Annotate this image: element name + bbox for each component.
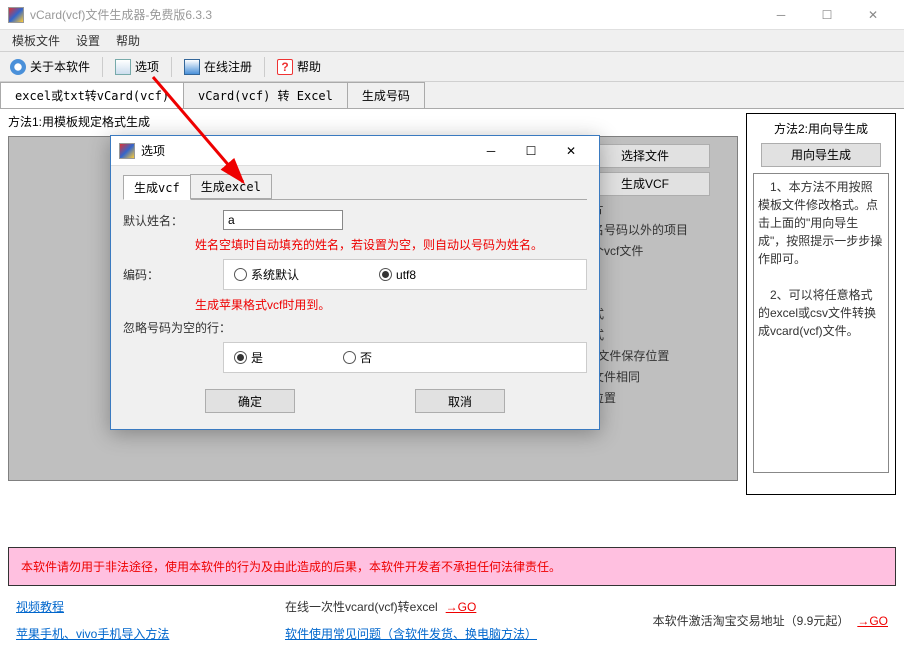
skip-empty-row: 忽略号码为空的行： <box>123 319 587 336</box>
minimize-button[interactable]: ─ <box>758 0 804 30</box>
help-button[interactable]: ?帮助 <box>271 56 327 77</box>
multi-vcf-label: 多个vcf文件 <box>580 242 740 259</box>
right-pane: 方法2:用向导生成 用向导生成 1、本方法不用按照模板文件修改格式。点击上面的"… <box>746 113 896 495</box>
links-row: 视频教程 苹果手机、vivo手机导入方法 在线一次性vcard(vcf)转exc… <box>0 594 904 650</box>
menu-template[interactable]: 模板文件 <box>4 30 68 51</box>
encoding-utf8-radio[interactable]: utf8 <box>379 268 416 282</box>
radio-icon <box>234 268 247 281</box>
menu-help[interactable]: 帮助 <box>108 30 148 51</box>
method1-label: 方法1:用模板规定格式生成 <box>8 113 738 130</box>
tab-excel-to-vcf[interactable]: excel或txt转vCard(vcf) <box>0 82 184 108</box>
dialog-window-controls: ─ ☐ ✕ <box>471 137 591 165</box>
maximize-button[interactable]: ☐ <box>804 0 850 30</box>
ok-button[interactable]: 确定 <box>205 389 295 413</box>
video-tutorial-link[interactable]: 视频教程 <box>16 598 169 615</box>
dialog-tabs: 生成vcf 生成excel <box>123 174 587 200</box>
wizard-button[interactable]: 用向导生成 <box>761 143 881 167</box>
encoding-options: 系统默认 utf8 <box>223 259 587 290</box>
dialog-tab-vcf[interactable]: 生成vcf <box>123 175 191 200</box>
default-name-label: 默认姓名： <box>123 212 213 229</box>
faq-link[interactable]: 软件使用常见问题（含软件发货、换电脑方法） <box>285 625 537 642</box>
dialog-titlebar: 选项 ─ ☐ ✕ <box>111 136 599 166</box>
toolbar: 关于本软件 选项 在线注册 ?帮助 <box>0 52 904 82</box>
encoding-hint: 生成苹果格式vcf时用到。 <box>195 296 587 313</box>
online-conv-text: 在线一次性vcard(vcf)转excel <box>285 600 438 614</box>
radio-icon <box>234 351 247 364</box>
about-button[interactable]: 关于本软件 <box>4 56 96 77</box>
separator <box>102 57 103 77</box>
links-col-2: 在线一次性vcard(vcf)转excel →GO 软件使用常见问题（含软件发货、… <box>285 598 537 642</box>
info-icon <box>10 59 26 75</box>
same-src-label: 源文件相同 <box>580 368 740 385</box>
links-col-3: 本软件激活淘宝交易地址（9.9元起） →GO <box>653 598 888 642</box>
links-col-1: 视频教程 苹果手机、vivo手机导入方法 <box>16 598 169 642</box>
tab-gen-numbers[interactable]: 生成号码 <box>347 82 425 108</box>
dialog-tab-excel[interactable]: 生成excel <box>190 174 272 199</box>
default-name-row: 默认姓名： <box>123 210 587 230</box>
separator <box>264 57 265 77</box>
taobao-go[interactable]: →GO <box>857 614 888 628</box>
side-buttons: 选择文件 生成VCF 照片 姓名号码以外的项目 多个vcf文件 格式 格式 ar… <box>580 140 740 410</box>
default-name-hint: 姓名空填时自动填充的姓名，若设置为空，则自动以号码为姓名。 <box>195 236 587 253</box>
window-title: vCard(vcf)文件生成器-免费版6.3.3 <box>30 6 758 23</box>
dialog-buttons: 确定 取消 <box>123 389 587 413</box>
apple-vivo-link[interactable]: 苹果手机、vivo手机导入方法 <box>16 625 169 642</box>
options-dialog: 选项 ─ ☐ ✕ 生成vcf 生成excel 默认姓名： 姓名空填时自动填充的姓… <box>110 135 600 430</box>
register-icon <box>184 59 200 75</box>
save-loc-label: ard文件保存位置 <box>580 347 740 364</box>
main-tabs: excel或txt转vCard(vcf) vCard(vcf) 转 Excel … <box>0 82 904 109</box>
register-button[interactable]: 在线注册 <box>178 56 258 77</box>
fmt1-label: 格式 <box>580 305 740 322</box>
menu-bar: 模板文件 设置 帮助 <box>0 30 904 52</box>
options-button[interactable]: 选项 <box>109 56 165 77</box>
dialog-maximize-button[interactable]: ☐ <box>511 137 551 165</box>
skip-empty-options-row: 是 否 <box>123 342 587 373</box>
online-conv-go[interactable]: →GO <box>446 600 477 614</box>
taobao-text: 本软件激活淘宝交易地址（9.9元起） <box>653 614 850 628</box>
main-titlebar: vCard(vcf)文件生成器-免费版6.3.3 ─ ☐ ✕ <box>0 0 904 30</box>
dialog-title: 选项 <box>141 142 471 159</box>
encoding-label: 编码： <box>123 266 213 283</box>
skip-no-radio[interactable]: 否 <box>343 349 372 366</box>
legal-banner: 本软件请勿用于非法途径，使用本软件的行为及由此造成的后果，本软件开发者不承担任何… <box>8 547 896 586</box>
window-controls: ─ ☐ ✕ <box>758 0 896 30</box>
help-icon: ? <box>277 59 293 75</box>
options-icon <box>115 59 131 75</box>
skip-empty-options: 是 否 <box>223 342 587 373</box>
skip-empty-label: 忽略号码为空的行： <box>123 319 243 336</box>
close-button[interactable]: ✕ <box>850 0 896 30</box>
radio-icon <box>379 268 392 281</box>
encoding-row: 编码： 系统默认 utf8 <box>123 259 587 290</box>
skip-yes-radio[interactable]: 是 <box>234 349 263 366</box>
dialog-body: 生成vcf 生成excel 默认姓名： 姓名空填时自动填充的姓名，若设置为空，则… <box>111 166 599 429</box>
radio-icon <box>343 351 356 364</box>
app-icon <box>8 7 24 23</box>
method2-label: 方法2:用向导生成 <box>753 120 889 137</box>
other-items-label: 姓名号码以外的项目 <box>580 221 740 238</box>
set-loc-label: 定位置 <box>580 389 740 406</box>
default-name-input[interactable] <box>223 210 343 230</box>
dialog-minimize-button[interactable]: ─ <box>471 137 511 165</box>
tab-vcf-to-excel[interactable]: vCard(vcf) 转 Excel <box>183 82 348 108</box>
cancel-button[interactable]: 取消 <box>415 389 505 413</box>
separator <box>171 57 172 77</box>
dialog-close-button[interactable]: ✕ <box>551 137 591 165</box>
dialog-app-icon <box>119 143 135 159</box>
wizard-description: 1、本方法不用按照模板文件修改格式。点击上面的"用向导生成"，按照提示一步步操作… <box>753 173 889 473</box>
menu-settings[interactable]: 设置 <box>68 30 108 51</box>
encoding-default-radio[interactable]: 系统默认 <box>234 266 299 283</box>
fmt2-label: 格式 <box>580 326 740 343</box>
photo-label: 照片 <box>580 200 740 217</box>
